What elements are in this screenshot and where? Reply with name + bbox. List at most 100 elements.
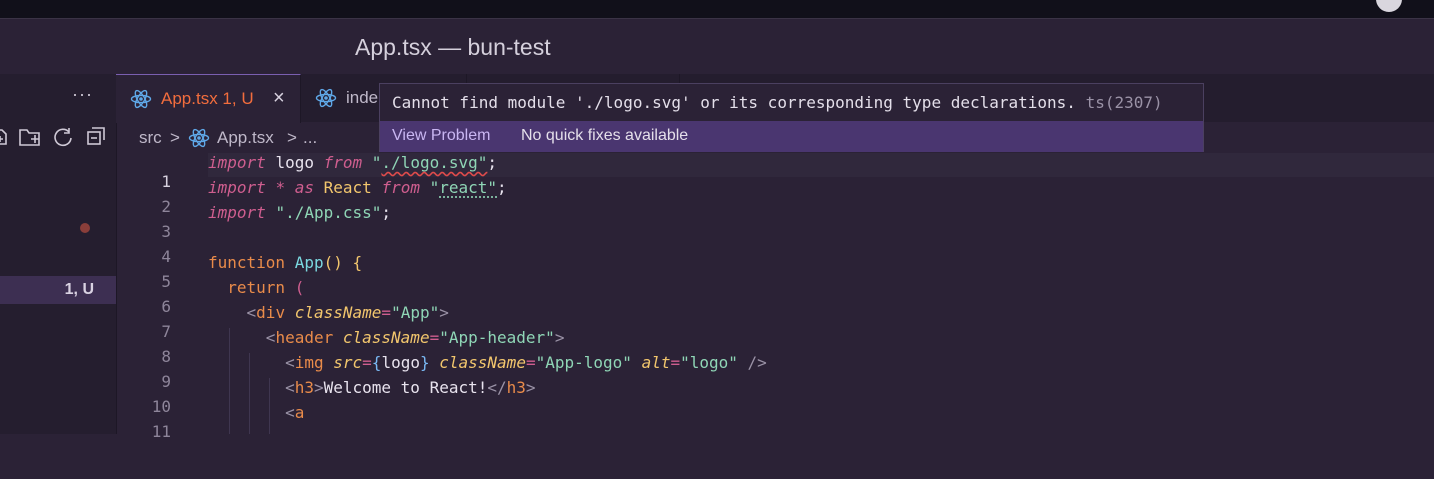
- token: =: [362, 353, 372, 372]
- code-line: 7 <div className="App">: [116, 303, 1434, 341]
- token: >: [313, 378, 324, 397]
- token: a: [294, 403, 305, 422]
- code-editor[interactable]: 1 import logo from "./logo.svg"; 2 impor…: [116, 152, 1434, 441]
- token: ;: [487, 153, 498, 172]
- no-quick-fixes-label: No quick fixes available: [521, 127, 689, 144]
- token: "App": [391, 303, 440, 322]
- token: React: [323, 178, 372, 197]
- token: from: [381, 178, 420, 197]
- sidebar-item-app-tsx[interactable]: 1, U: [0, 276, 116, 304]
- token: ;: [497, 178, 507, 197]
- token: ;: [381, 203, 392, 222]
- error-code[interactable]: ts(2307): [1086, 93, 1163, 112]
- token: "App-header": [439, 328, 555, 347]
- token: App: [294, 253, 324, 272]
- code-line: 1 import logo from "./logo.svg";: [116, 153, 1434, 191]
- token: >: [525, 378, 536, 397]
- new-folder-icon[interactable]: [18, 126, 42, 148]
- token: (): [323, 253, 343, 272]
- token: <: [285, 378, 295, 397]
- token: logo: [381, 353, 420, 372]
- error-token[interactable]: ./logo.svg": [381, 153, 487, 172]
- token: ": [429, 178, 440, 197]
- token: >: [554, 328, 565, 347]
- error-text: Cannot find module './logo.svg' or its c…: [392, 93, 1076, 112]
- token: <: [285, 403, 295, 422]
- token: <: [285, 353, 295, 372]
- token: function: [208, 253, 286, 272]
- line-number: 11: [151, 422, 171, 441]
- explorer-toolbar: [0, 126, 116, 148]
- token: ": [371, 153, 382, 172]
- hover-status-bar: View Problem No quick fixes available: [380, 121, 1203, 152]
- token: src: [333, 353, 363, 372]
- token: logo: [275, 153, 314, 172]
- new-file-icon[interactable]: [0, 126, 8, 146]
- modified-dot-icon: [80, 223, 90, 233]
- view-problem-link[interactable]: View Problem: [392, 127, 490, 145]
- token: div: [256, 303, 286, 322]
- token: <: [265, 328, 276, 347]
- top-bar: [0, 0, 1434, 19]
- problem-badge: 1, U: [64, 281, 94, 298]
- token: <: [246, 303, 257, 322]
- token: header: [275, 328, 334, 347]
- token: *: [275, 178, 286, 197]
- token: className: [294, 303, 382, 322]
- token: =: [525, 353, 536, 372]
- tab-label: App.tsx 1, U: [161, 89, 254, 108]
- chevron-right-icon: >: [170, 128, 180, 147]
- token: {: [371, 353, 382, 372]
- token: import: [208, 153, 266, 172]
- token: {: [352, 253, 363, 272]
- token: from: [323, 153, 363, 172]
- token: alt: [641, 353, 671, 372]
- token: />: [737, 353, 767, 372]
- breadcrumb-symbols[interactable]: ...: [303, 128, 317, 148]
- token: h3: [294, 378, 314, 397]
- more-actions-icon[interactable]: ···: [72, 84, 93, 105]
- window-title: App.tsx — bun-test: [355, 34, 551, 60]
- chevron-right-icon: >: [287, 128, 297, 147]
- token: Welcome to React!: [323, 378, 488, 397]
- token: "./App.css": [275, 203, 382, 222]
- tab-app-tsx[interactable]: App.tsx 1, U ×: [116, 74, 301, 123]
- error-hover-popup: Cannot find module './logo.svg' or its c…: [379, 83, 1204, 152]
- breadcrumb-file[interactable]: App.tsx: [217, 128, 274, 148]
- code-line: 9 <img src={logo} className="App-logo" a…: [116, 353, 1434, 391]
- hint-token[interactable]: react": [439, 178, 497, 197]
- token: }: [419, 353, 430, 372]
- token: className: [342, 328, 430, 347]
- token: =: [429, 328, 440, 347]
- close-icon[interactable]: ×: [273, 87, 285, 110]
- code-line: 11 <a: [116, 403, 1434, 441]
- token: as: [294, 178, 314, 197]
- code-line: 6 return (: [116, 278, 1434, 316]
- collapse-all-icon[interactable]: [86, 126, 106, 146]
- token: return: [227, 278, 286, 297]
- code-line: 8 <header className="App-header">: [116, 328, 1434, 366]
- token: >: [439, 303, 449, 322]
- avatar[interactable]: [1376, 0, 1402, 12]
- code-line: 2 import * as React from "react";: [116, 178, 1434, 216]
- error-message: Cannot find module './logo.svg' or its c…: [392, 93, 1163, 112]
- token: =: [670, 353, 681, 372]
- react-icon: [130, 89, 152, 109]
- react-icon: [188, 128, 210, 148]
- explorer-sidebar: ··· 1, U: [0, 74, 117, 434]
- tab-label: inde: [346, 88, 379, 107]
- token: "App-logo": [535, 353, 632, 372]
- title-bar: App.tsx — bun-test: [0, 19, 1434, 74]
- token: =: [381, 303, 392, 322]
- token: h3: [506, 378, 526, 397]
- token: className: [439, 353, 526, 372]
- breadcrumb-folder[interactable]: src: [139, 128, 162, 148]
- code-line: 4: [116, 228, 1434, 266]
- code-line: 3 import "./App.css";: [116, 203, 1434, 241]
- react-icon: [315, 88, 337, 108]
- token: import: [208, 178, 266, 197]
- token: import: [208, 203, 266, 222]
- token: img: [294, 353, 324, 372]
- refresh-icon[interactable]: [52, 126, 74, 148]
- code-line: 5 function App() {: [116, 253, 1434, 291]
